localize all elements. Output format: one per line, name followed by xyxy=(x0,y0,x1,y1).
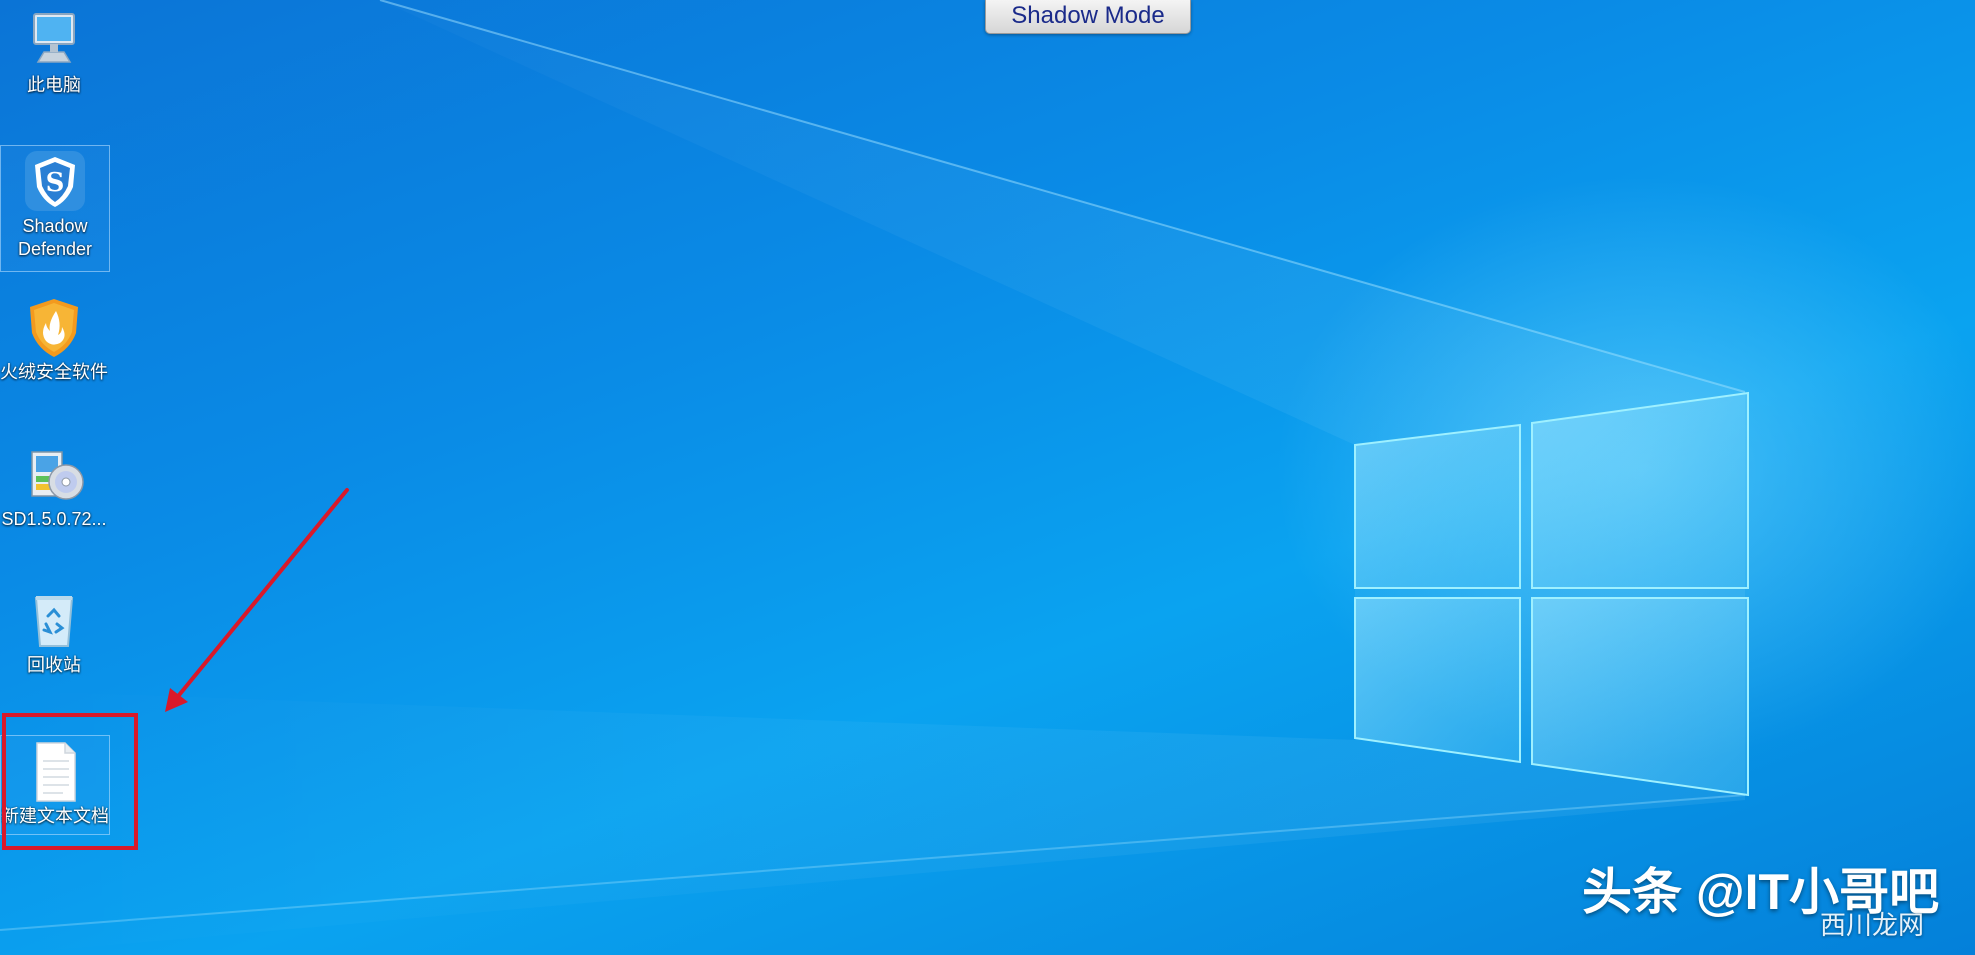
watermark-subtext: 西川龙网 xyxy=(1820,910,1925,940)
this-pc-icon xyxy=(33,13,75,63)
shadow-mode-banner: Shadow Mode xyxy=(985,0,1191,34)
desktop-icon-label: 回收站 xyxy=(27,655,81,675)
svg-text:S: S xyxy=(46,168,65,198)
desktop-icon-label: SD1.5.0.72... xyxy=(1,509,107,529)
shadow-defender-icon: S xyxy=(25,151,85,211)
desktop-icon-this-pc[interactable]: 此电脑 xyxy=(0,8,108,97)
huorong-security-icon xyxy=(30,299,78,357)
windows-wallpaper xyxy=(0,0,1749,955)
desktop-icon-label: 此电脑 xyxy=(27,75,81,95)
desktop-icon-huorong[interactable]: 火绒安全软件 xyxy=(0,295,108,384)
installer-disc-icon xyxy=(31,451,84,500)
desktop-icon-shadow-defender[interactable]: S Shadow Defender xyxy=(0,145,110,272)
desktop[interactable]: Shadow Mode 此电脑 S Shadow Defender 火绒安全软件 xyxy=(0,0,1975,955)
desktop-icon-sd-installer[interactable]: SD1.5.0.72... xyxy=(0,442,108,531)
desktop-icon-label: Shadow Defender xyxy=(17,216,93,259)
desktop-icon-label: 火绒安全软件 xyxy=(0,362,108,382)
recycle-bin-icon xyxy=(34,596,74,647)
annotation-highlight-box xyxy=(2,713,138,850)
desktop-icon-recycle-bin[interactable]: 回收站 xyxy=(0,588,108,677)
